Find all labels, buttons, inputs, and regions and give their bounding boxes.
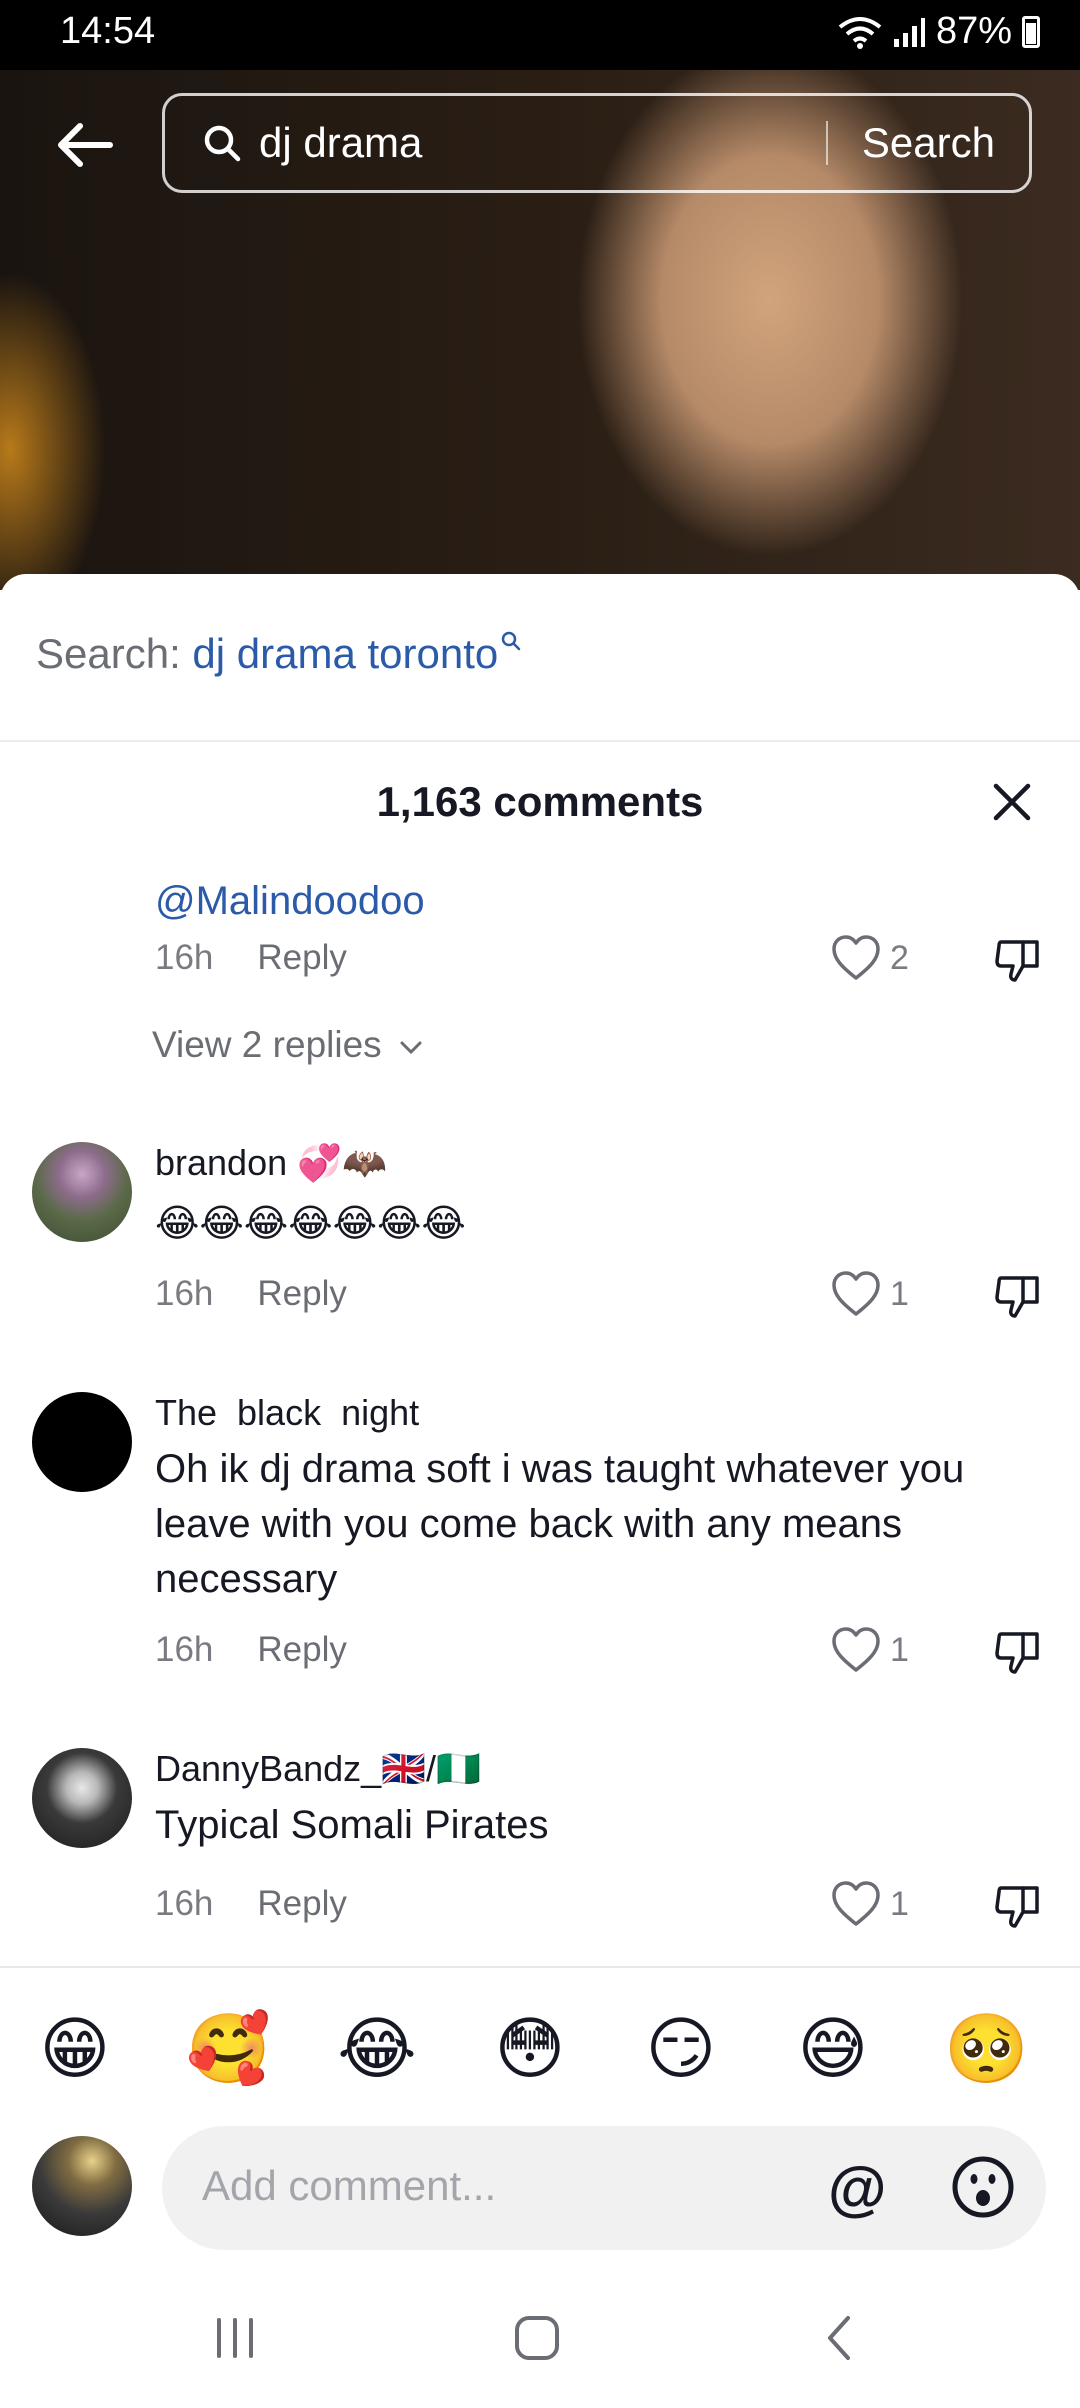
comment-mention[interactable]: @Malindoodoo bbox=[155, 874, 1035, 929]
like-button[interactable]: 2 bbox=[830, 934, 909, 982]
recent-apps-icon[interactable] bbox=[205, 2308, 265, 2368]
comment-meta: 16h Reply bbox=[155, 1630, 347, 1670]
emoji-flushed-button[interactable]: 😳 bbox=[490, 2010, 570, 2090]
comment-text: Oh ik dj drama soft i was taught whateve… bbox=[155, 1447, 965, 1601]
battery-icon bbox=[1022, 15, 1040, 48]
search-button[interactable]: Search bbox=[828, 119, 1029, 167]
chevron-down-icon bbox=[400, 1041, 422, 1055]
emoji-smirk-button[interactable]: 😏 bbox=[641, 2010, 721, 2090]
emoji-picker-icon[interactable] bbox=[950, 2154, 1016, 2220]
related-search-prefix: Search: bbox=[36, 630, 193, 677]
comment-username[interactable]: DannyBandz_🇬🇧/🇳🇬 bbox=[155, 1748, 481, 1790]
user-avatar[interactable] bbox=[32, 2136, 132, 2236]
avatar[interactable] bbox=[32, 1748, 132, 1848]
like-count: 1 bbox=[890, 1274, 909, 1313]
heart-icon bbox=[832, 1881, 880, 1926]
divider bbox=[0, 740, 1080, 742]
home-icon[interactable] bbox=[507, 2308, 567, 2368]
comment-meta: 16h Reply bbox=[155, 1884, 347, 1924]
wifi-icon bbox=[838, 16, 882, 49]
navigation-bar bbox=[0, 2286, 1080, 2408]
comment-text: Typical Somali Pirates bbox=[155, 1803, 549, 1847]
comment-meta: 16h Reply bbox=[155, 938, 347, 978]
view-replies-button[interactable]: View 2 replies bbox=[152, 1024, 424, 1066]
like-count: 1 bbox=[890, 1884, 909, 1923]
search-bar[interactable]: dj drama Search bbox=[162, 93, 1032, 193]
dislike-icon[interactable] bbox=[993, 936, 1043, 986]
comment-input[interactable]: Add comment... @ bbox=[162, 2126, 1046, 2250]
back-nav-icon[interactable] bbox=[810, 2308, 870, 2368]
close-icon[interactable] bbox=[982, 772, 1042, 832]
mention-button[interactable]: @ bbox=[828, 2154, 887, 2223]
search-query[interactable]: dj drama bbox=[259, 119, 826, 167]
back-arrow-icon[interactable] bbox=[50, 110, 120, 180]
emoji-laugh-button[interactable]: 😂 bbox=[337, 2010, 417, 2090]
comment-username[interactable]: The black night bbox=[155, 1392, 419, 1434]
related-search-link[interactable]: Search: dj drama toronto bbox=[36, 630, 522, 678]
heart-icon bbox=[832, 1627, 880, 1672]
reply-button[interactable]: Reply bbox=[257, 1630, 346, 1669]
emoji-love-button[interactable]: 🥰 bbox=[186, 2010, 271, 2090]
like-count: 1 bbox=[890, 1630, 909, 1669]
emoji-pleading-button[interactable]: 🥺 bbox=[944, 2010, 1029, 2090]
comment-meta: 16h Reply bbox=[155, 1274, 347, 1314]
status-icons: 87% bbox=[838, 10, 1040, 53]
like-count: 2 bbox=[890, 938, 909, 977]
heart-icon bbox=[832, 935, 880, 980]
status-bar: 14:54 87% bbox=[0, 0, 1080, 70]
emoji-grin-button[interactable]: 😁 bbox=[35, 2010, 115, 2090]
reply-button[interactable]: Reply bbox=[257, 1884, 346, 1923]
reply-button[interactable]: Reply bbox=[257, 1274, 346, 1313]
comment-text: 😂😂😂😂😂😂😂 bbox=[155, 1201, 466, 1245]
like-button[interactable]: 1 bbox=[830, 1880, 909, 1928]
related-search-query[interactable]: dj drama toronto bbox=[192, 630, 498, 677]
signal-icon bbox=[893, 17, 925, 47]
comment-time: 16h bbox=[155, 1884, 214, 1923]
battery-percent: 87% bbox=[935, 10, 1012, 52]
reply-button[interactable]: Reply bbox=[257, 938, 346, 977]
divider bbox=[0, 1966, 1080, 1968]
avatar[interactable] bbox=[32, 1142, 132, 1242]
comment-time: 16h bbox=[155, 1630, 214, 1669]
dislike-icon[interactable] bbox=[993, 1272, 1043, 1322]
comment-time: 16h bbox=[155, 1274, 214, 1313]
comment-username[interactable]: brandon 💞🦇 bbox=[155, 1142, 387, 1184]
dislike-icon[interactable] bbox=[993, 1882, 1043, 1932]
heart-icon bbox=[832, 1271, 880, 1316]
dislike-icon[interactable] bbox=[993, 1628, 1043, 1678]
status-time: 14:54 bbox=[60, 10, 156, 52]
comments-count: 1,163 comments bbox=[376, 778, 704, 825]
emoji-sweat-smile-button[interactable]: 😅 bbox=[793, 2010, 873, 2090]
comment-time: 16h bbox=[155, 938, 214, 977]
like-button[interactable]: 1 bbox=[830, 1626, 909, 1674]
comment-placeholder: Add comment... bbox=[202, 2162, 497, 2209]
search-icon bbox=[204, 125, 241, 162]
view-replies-label: View 2 replies bbox=[152, 1024, 382, 1065]
like-button[interactable]: 1 bbox=[830, 1270, 909, 1318]
avatar[interactable] bbox=[32, 1392, 132, 1492]
small-search-icon bbox=[502, 631, 521, 651]
emoji-quick-bar: 😁 🥰 😂 😳 😏 😅 🥺 bbox=[0, 2010, 1080, 2090]
